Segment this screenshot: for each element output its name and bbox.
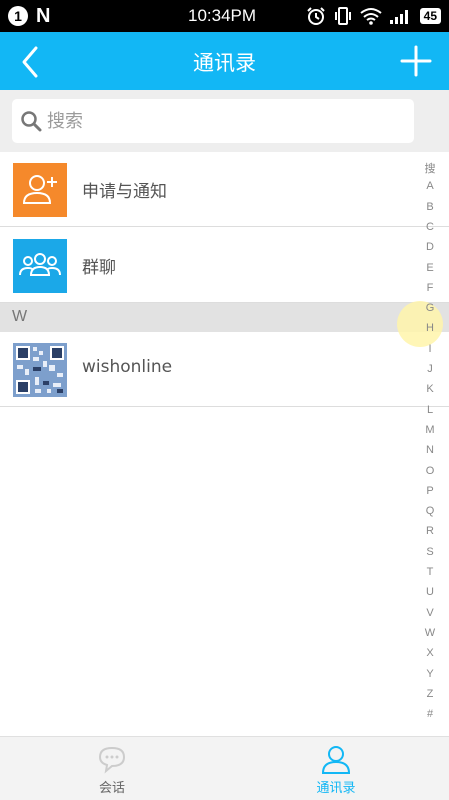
alert-badge-icon: 1 [8,6,28,26]
search-area [0,90,449,152]
search-box[interactable] [12,99,414,143]
status-time: 10:34PM [188,6,257,25]
index-letter[interactable]: T [418,566,442,578]
list-item-label: 申请与通知 [82,182,167,202]
n-notification-icon: N [36,5,51,27]
index-letter[interactable]: L [418,404,442,416]
index-letter[interactable]: W [418,627,442,639]
list-item-group-chat[interactable]: 群聊 [0,228,449,303]
index-letter[interactable]: M [418,424,442,436]
index-letter[interactable]: 搜 [418,160,442,176]
list-item-label: 群聊 [82,258,116,278]
index-letter[interactable]: P [418,485,442,497]
tab-conversations[interactable]: 会话 [0,737,224,800]
qr-code-avatar [13,343,67,397]
index-letter[interactable]: S [418,546,442,558]
status-left: 1 N [8,6,50,26]
contacts-icon [321,746,351,774]
plus-icon [400,45,432,77]
index-letter[interactable]: G [418,302,442,314]
tab-label: 会话 [98,781,125,796]
index-letter[interactable]: J [418,363,442,375]
search-input[interactable] [47,109,407,133]
index-letter[interactable]: U [418,586,442,598]
index-letter[interactable]: X [418,647,442,659]
index-letter[interactable]: E [418,262,442,274]
battery-icon: 45 [419,8,441,24]
index-letter[interactable]: O [418,465,442,477]
contact-row[interactable]: wishonline [0,332,449,407]
list-item-requests[interactable]: 申请与通知 [0,152,449,227]
contact-name: wishonline [82,357,173,377]
wifi-icon [360,7,382,25]
index-letter[interactable]: B [418,201,442,213]
status-right: 45 [306,6,441,26]
index-letter[interactable]: V [418,607,442,619]
section-letter: W [12,308,28,325]
index-letter[interactable]: N [418,444,442,456]
chat-icon [98,746,126,774]
tab-contacts[interactable]: 通讯录 [224,737,448,800]
index-letter[interactable]: F [418,282,442,294]
index-letter[interactable]: H [418,322,442,334]
index-letter[interactable]: C [418,221,442,233]
add-button[interactable] [399,44,433,78]
index-letter[interactable]: A [418,180,442,192]
index-letter[interactable]: Y [418,668,442,680]
index-letter[interactable]: Z [418,688,442,700]
index-letter[interactable]: R [418,525,442,537]
search-icon [21,111,42,132]
page-title: 通讯录 [193,51,256,75]
alarm-icon [306,6,326,26]
add-contact-icon [13,163,67,217]
status-bar: 1 N 10:34PM 45 [0,0,449,32]
tab-label: 通讯录 [316,781,356,796]
section-header-w: W [0,303,449,332]
index-letter[interactable]: K [418,383,442,395]
alphabet-index-bar[interactable]: 搜 A B C D E F G H I J K L M N O P Q R S T U V W X Y Z # [418,160,442,730]
index-letter[interactable]: Q [418,505,442,517]
index-letter[interactable]: # [418,708,442,720]
vibrate-icon [334,6,352,26]
signal-icon [389,8,412,24]
group-icon [13,239,67,293]
bottom-nav: 会话 通讯录 [0,736,449,800]
index-letter[interactable]: D [418,241,442,253]
index-letter[interactable]: I [418,343,442,355]
title-bar: 通讯录 [0,32,449,90]
